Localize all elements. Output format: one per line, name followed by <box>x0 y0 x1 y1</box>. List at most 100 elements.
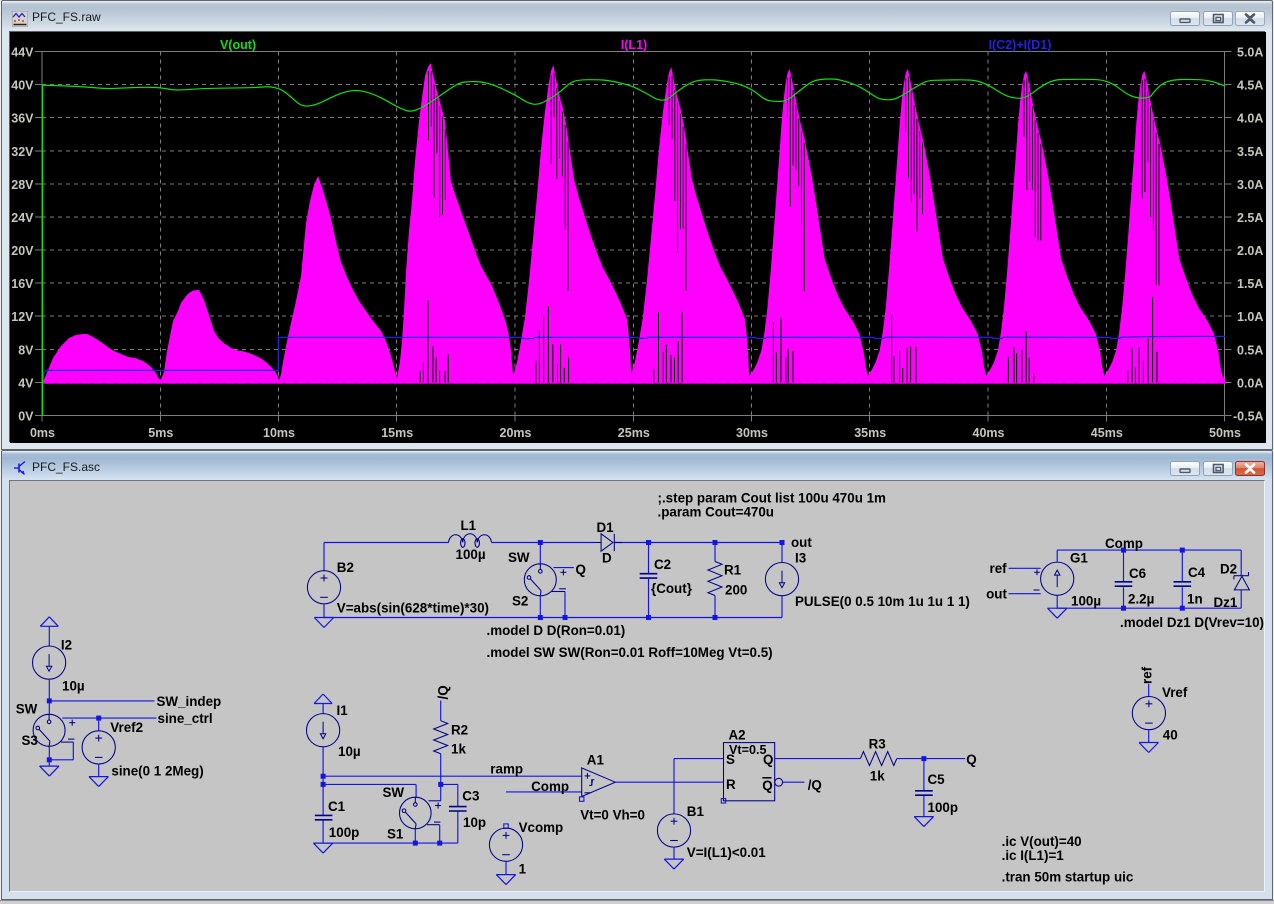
svg-text:I2: I2 <box>61 638 72 653</box>
svg-text:0ms: 0ms <box>30 426 55 440</box>
svg-text:.model D D(Ron=0.01): .model D D(Ron=0.01) <box>487 623 626 638</box>
svg-text:0.0A: 0.0A <box>1237 376 1263 390</box>
svg-text:4V: 4V <box>18 376 34 390</box>
svg-text:24V: 24V <box>11 211 34 225</box>
svg-text:/Q: /Q <box>808 778 822 793</box>
svg-text:0V: 0V <box>18 410 34 424</box>
svg-text:1k: 1k <box>870 769 885 784</box>
svg-text:2.5A: 2.5A <box>1237 211 1263 225</box>
svg-text:3.5A: 3.5A <box>1237 145 1263 159</box>
svg-text:Comp: Comp <box>1105 536 1143 551</box>
svg-text:100µ: 100µ <box>456 547 486 562</box>
svg-text:.ic V(out)=40: .ic V(out)=40 <box>1002 834 1082 849</box>
svg-text:G1: G1 <box>1070 551 1088 566</box>
svg-text:Comp: Comp <box>531 779 569 794</box>
svg-text:30ms: 30ms <box>736 426 768 440</box>
svg-text:4.0A: 4.0A <box>1237 112 1263 126</box>
svg-text:V(out): V(out) <box>220 38 256 52</box>
svg-text:100µ: 100µ <box>1071 594 1101 609</box>
svg-text:0.5A: 0.5A <box>1237 343 1263 357</box>
svg-text:10p: 10p <box>463 815 486 830</box>
svg-text:C1: C1 <box>328 799 346 814</box>
svg-text:out: out <box>986 587 1007 602</box>
svg-text:5ms: 5ms <box>148 426 173 440</box>
svg-text:Vref: Vref <box>1162 685 1188 700</box>
svg-text:ramp: ramp <box>490 762 523 777</box>
svg-text:B1: B1 <box>687 804 705 819</box>
svg-text:50ms: 50ms <box>1209 426 1241 440</box>
svg-text:35ms: 35ms <box>854 426 886 440</box>
svg-text:I(L1): I(L1) <box>621 38 647 52</box>
svg-text:Dz1: Dz1 <box>1214 595 1238 610</box>
svg-text:15ms: 15ms <box>381 426 413 440</box>
svg-text:I3: I3 <box>795 551 806 566</box>
svg-text:SW_indep: SW_indep <box>157 694 222 709</box>
svg-text:Vref2: Vref2 <box>110 720 143 735</box>
svg-text:D: D <box>602 551 612 566</box>
svg-text:Vcomp: Vcomp <box>519 820 564 835</box>
svg-text:L1: L1 <box>461 518 477 533</box>
svg-text:5.0A: 5.0A <box>1237 46 1263 60</box>
svg-text:.model SW SW(Ron=0.01 Roff=10M: .model SW SW(Ron=0.01 Roff=10Meg Vt=0.5) <box>487 645 773 660</box>
svg-text:Vt=0 Vh=0: Vt=0 Vh=0 <box>580 808 645 823</box>
svg-text:A2: A2 <box>729 728 746 743</box>
svg-text:;.step param Cout list 100u 47: ;.step param Cout list 100u 470u 1m <box>658 491 887 506</box>
svg-text:20ms: 20ms <box>500 426 532 440</box>
svg-text:40V: 40V <box>11 79 34 93</box>
svg-text:S: S <box>726 752 735 767</box>
svg-text:B2: B2 <box>337 560 354 575</box>
svg-text:16V: 16V <box>11 277 34 291</box>
svg-text:C5: C5 <box>928 772 946 787</box>
svg-text:SW: SW <box>508 550 530 565</box>
svg-text:3.0A: 3.0A <box>1237 178 1263 192</box>
svg-text:C3: C3 <box>462 789 479 804</box>
svg-text:I(C2)+I(D1): I(C2)+I(D1) <box>989 38 1052 52</box>
svg-text:PULSE(0 0.5 10m 1u 1u 1 1): PULSE(0 0.5 10m 1u 1u 1 1) <box>795 594 970 609</box>
svg-text:/Q: /Q <box>435 685 450 699</box>
svg-text:10ms: 10ms <box>263 426 295 440</box>
svg-text:10µ: 10µ <box>62 679 85 694</box>
svg-text:25ms: 25ms <box>618 426 650 440</box>
svg-text:8V: 8V <box>18 343 34 357</box>
svg-text:R2: R2 <box>451 723 468 738</box>
svg-text:2.2µ: 2.2µ <box>1128 592 1154 607</box>
svg-text:28V: 28V <box>11 178 34 192</box>
svg-text:D1: D1 <box>597 520 615 535</box>
svg-text:A1: A1 <box>587 753 605 768</box>
svg-text:Q: Q <box>762 778 772 793</box>
svg-text:.ic I(L1)=1: .ic I(L1)=1 <box>1002 848 1065 863</box>
svg-text:.param Cout=470u: .param Cout=470u <box>658 505 774 520</box>
svg-text:C2: C2 <box>654 557 671 572</box>
svg-text:4.5A: 4.5A <box>1237 79 1263 93</box>
svg-text:ref: ref <box>1139 666 1154 684</box>
svg-text:20V: 20V <box>11 244 34 258</box>
svg-text:Q: Q <box>763 752 773 767</box>
svg-text:S3: S3 <box>22 733 38 748</box>
svg-text:40: 40 <box>1163 728 1178 743</box>
svg-text:D2: D2 <box>1220 562 1237 577</box>
svg-text:Q: Q <box>576 562 586 577</box>
svg-text:45ms: 45ms <box>1091 426 1123 440</box>
svg-text:V=abs(sin(628*time)*30): V=abs(sin(628*time)*30) <box>337 601 489 616</box>
svg-text:R3: R3 <box>869 737 886 752</box>
svg-text:1k: 1k <box>451 742 466 757</box>
svg-text:C6: C6 <box>1129 566 1146 581</box>
svg-text:I1: I1 <box>337 703 349 718</box>
svg-text:{Cout}: {Cout} <box>651 581 693 596</box>
svg-text:C4: C4 <box>1188 565 1206 580</box>
svg-text:-0.5A: -0.5A <box>1233 410 1264 424</box>
svg-text:100p: 100p <box>928 800 959 815</box>
svg-text:44V: 44V <box>11 46 34 60</box>
svg-text:36V: 36V <box>11 112 34 126</box>
svg-text:R: R <box>726 777 736 792</box>
svg-text:SW: SW <box>16 702 38 717</box>
svg-text:.tran 50m startup uic: .tran 50m startup uic <box>1002 870 1134 885</box>
svg-text:S1: S1 <box>387 827 404 842</box>
svg-text:1n: 1n <box>1187 592 1203 607</box>
svg-text:Q: Q <box>966 752 976 767</box>
svg-text:10µ: 10µ <box>338 744 361 759</box>
svg-text:200: 200 <box>725 583 747 598</box>
svg-text:ref: ref <box>990 561 1008 576</box>
svg-text:40ms: 40ms <box>973 426 1005 440</box>
svg-text:out: out <box>791 535 812 550</box>
